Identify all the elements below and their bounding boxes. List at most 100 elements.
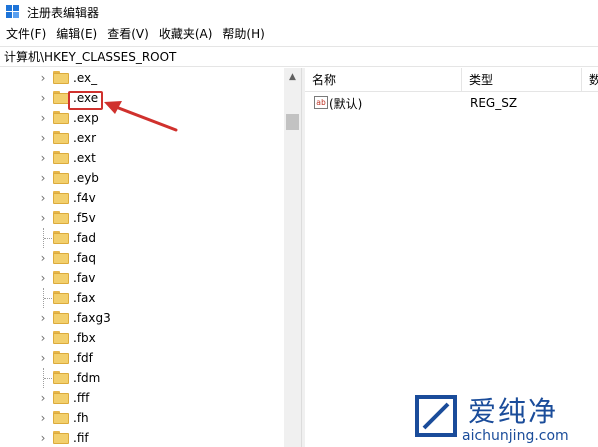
scroll-thumb[interactable] bbox=[286, 114, 299, 130]
tree-item[interactable]: .fdm bbox=[0, 368, 284, 388]
folder-icon bbox=[53, 151, 69, 164]
watermark: 爱纯净 aichunjing.com bbox=[410, 388, 598, 447]
menu-favorites[interactable]: 收藏夹(A) bbox=[154, 24, 218, 44]
tree-connector bbox=[43, 288, 53, 308]
key-tree: › .ex_ › .exe › .exp › .exr › .ext › .eyb › .f4v › .f5v… bbox=[0, 68, 301, 447]
folder-icon bbox=[53, 411, 69, 424]
chevron-right-icon[interactable]: › bbox=[38, 388, 48, 408]
tree-item-label: .fff bbox=[73, 391, 90, 405]
chevron-right-icon[interactable]: › bbox=[38, 308, 48, 328]
watermark-logo-icon bbox=[415, 395, 457, 437]
folder-icon bbox=[53, 91, 69, 104]
chevron-right-icon[interactable]: › bbox=[38, 348, 48, 368]
tree-item[interactable]: › .exe bbox=[0, 88, 284, 108]
folder-icon bbox=[53, 251, 69, 264]
menu-bar: 文件(F) 编辑(E) 查看(V) 收藏夹(A) 帮助(H) bbox=[0, 24, 598, 44]
menu-view[interactable]: 查看(V) bbox=[102, 24, 154, 44]
tree-item-label: .exp bbox=[73, 111, 99, 125]
folder-icon bbox=[53, 351, 69, 364]
tree-item-label: .faq bbox=[73, 251, 97, 265]
tree-item[interactable]: › .fav bbox=[0, 268, 284, 288]
folder-icon bbox=[53, 391, 69, 404]
value-name: (默认) bbox=[329, 96, 363, 111]
chevron-right-icon[interactable]: › bbox=[38, 408, 48, 428]
chevron-right-icon[interactable]: › bbox=[38, 68, 48, 88]
watermark-url: aichunjing.com bbox=[462, 428, 569, 444]
tree-item-label: .f5v bbox=[73, 211, 96, 225]
value-row[interactable]: ab (默认) REG_SZ bbox=[305, 93, 598, 113]
chevron-right-icon[interactable]: › bbox=[38, 248, 48, 268]
scroll-up-icon[interactable]: ▲ bbox=[284, 68, 301, 85]
tree-item-label: .eyb bbox=[73, 171, 99, 185]
menu-file[interactable]: 文件(F) bbox=[0, 24, 51, 44]
tree-scrollbar[interactable]: ▲ bbox=[284, 68, 301, 447]
tree-item-label: .fdm bbox=[73, 371, 101, 385]
tree-item[interactable]: › .ex_ bbox=[0, 68, 284, 88]
chevron-right-icon[interactable]: › bbox=[38, 428, 48, 447]
chevron-right-icon[interactable]: › bbox=[38, 88, 48, 108]
chevron-right-icon[interactable]: › bbox=[38, 188, 48, 208]
tree-item[interactable]: .fax bbox=[0, 288, 284, 308]
folder-icon bbox=[53, 291, 69, 304]
address-bar[interactable]: 计算机\HKEY_CLASSES_ROOT bbox=[0, 46, 598, 67]
tree-item-label: .ex_ bbox=[73, 71, 98, 85]
folder-icon bbox=[53, 171, 69, 184]
watermark-text: 爱纯净 bbox=[468, 395, 559, 428]
tree-item[interactable]: › .faxg3 bbox=[0, 308, 284, 328]
folder-icon bbox=[53, 111, 69, 124]
folder-icon bbox=[53, 271, 69, 284]
tree-item-label: .f4v bbox=[73, 191, 96, 205]
tree-item[interactable]: › .f4v bbox=[0, 188, 284, 208]
chevron-right-icon[interactable]: › bbox=[38, 268, 48, 288]
tree-item[interactable]: › .fff bbox=[0, 388, 284, 408]
list-header: 名称 类型 数 bbox=[305, 68, 598, 92]
tree-item-label: .fdf bbox=[73, 351, 93, 365]
tree-item[interactable]: › .exr bbox=[0, 128, 284, 148]
tree-item[interactable]: › .exp bbox=[0, 108, 284, 128]
tree-item[interactable]: › .f5v bbox=[0, 208, 284, 228]
column-name[interactable]: 名称 bbox=[305, 68, 462, 92]
tree-connector bbox=[43, 228, 53, 248]
string-value-icon: ab bbox=[314, 96, 328, 109]
folder-icon bbox=[53, 71, 69, 84]
chevron-right-icon[interactable]: › bbox=[38, 328, 48, 348]
menu-help[interactable]: 帮助(H) bbox=[217, 24, 269, 44]
tree-item-label: .fif bbox=[73, 431, 89, 445]
address-path: 计算机\HKEY_CLASSES_ROOT bbox=[4, 50, 177, 64]
menu-edit[interactable]: 编辑(E) bbox=[51, 24, 102, 44]
tree-item-label: .fav bbox=[73, 271, 96, 285]
chevron-right-icon[interactable]: › bbox=[38, 208, 48, 228]
folder-icon bbox=[53, 371, 69, 384]
folder-icon bbox=[53, 131, 69, 144]
column-type[interactable]: 类型 bbox=[462, 68, 582, 92]
tree-item-label: .fbx bbox=[73, 331, 96, 345]
tree-item[interactable]: › .faq bbox=[0, 248, 284, 268]
tree-item[interactable]: › .fh bbox=[0, 408, 284, 428]
tree-item[interactable]: › .fif bbox=[0, 428, 284, 447]
folder-icon bbox=[53, 231, 69, 244]
chevron-right-icon[interactable]: › bbox=[38, 108, 48, 128]
column-data[interactable]: 数 bbox=[582, 68, 598, 92]
folder-icon bbox=[53, 311, 69, 324]
tree-item[interactable]: › .eyb bbox=[0, 168, 284, 188]
chevron-right-icon[interactable]: › bbox=[38, 168, 48, 188]
tree-connector bbox=[43, 368, 53, 388]
chevron-right-icon[interactable]: › bbox=[38, 128, 48, 148]
window-title: 注册表编辑器 bbox=[27, 5, 100, 20]
regedit-icon bbox=[6, 5, 20, 19]
tree-item[interactable]: .fad bbox=[0, 228, 284, 248]
folder-icon bbox=[53, 211, 69, 224]
folder-icon bbox=[53, 191, 69, 204]
tree-item[interactable]: › .ext bbox=[0, 148, 284, 168]
folder-icon bbox=[53, 431, 69, 444]
tree-item-label: .ext bbox=[73, 151, 96, 165]
tree-item-label: .fad bbox=[73, 231, 97, 245]
tree-item[interactable]: › .fdf bbox=[0, 348, 284, 368]
tree-item-label: .fh bbox=[73, 411, 89, 425]
chevron-right-icon[interactable]: › bbox=[38, 148, 48, 168]
value-type: REG_SZ bbox=[470, 96, 518, 110]
folder-icon bbox=[53, 331, 69, 344]
tree-item[interactable]: › .fbx bbox=[0, 328, 284, 348]
tree-item-label: .fax bbox=[73, 291, 96, 305]
tree-item-label: .exr bbox=[73, 131, 97, 145]
